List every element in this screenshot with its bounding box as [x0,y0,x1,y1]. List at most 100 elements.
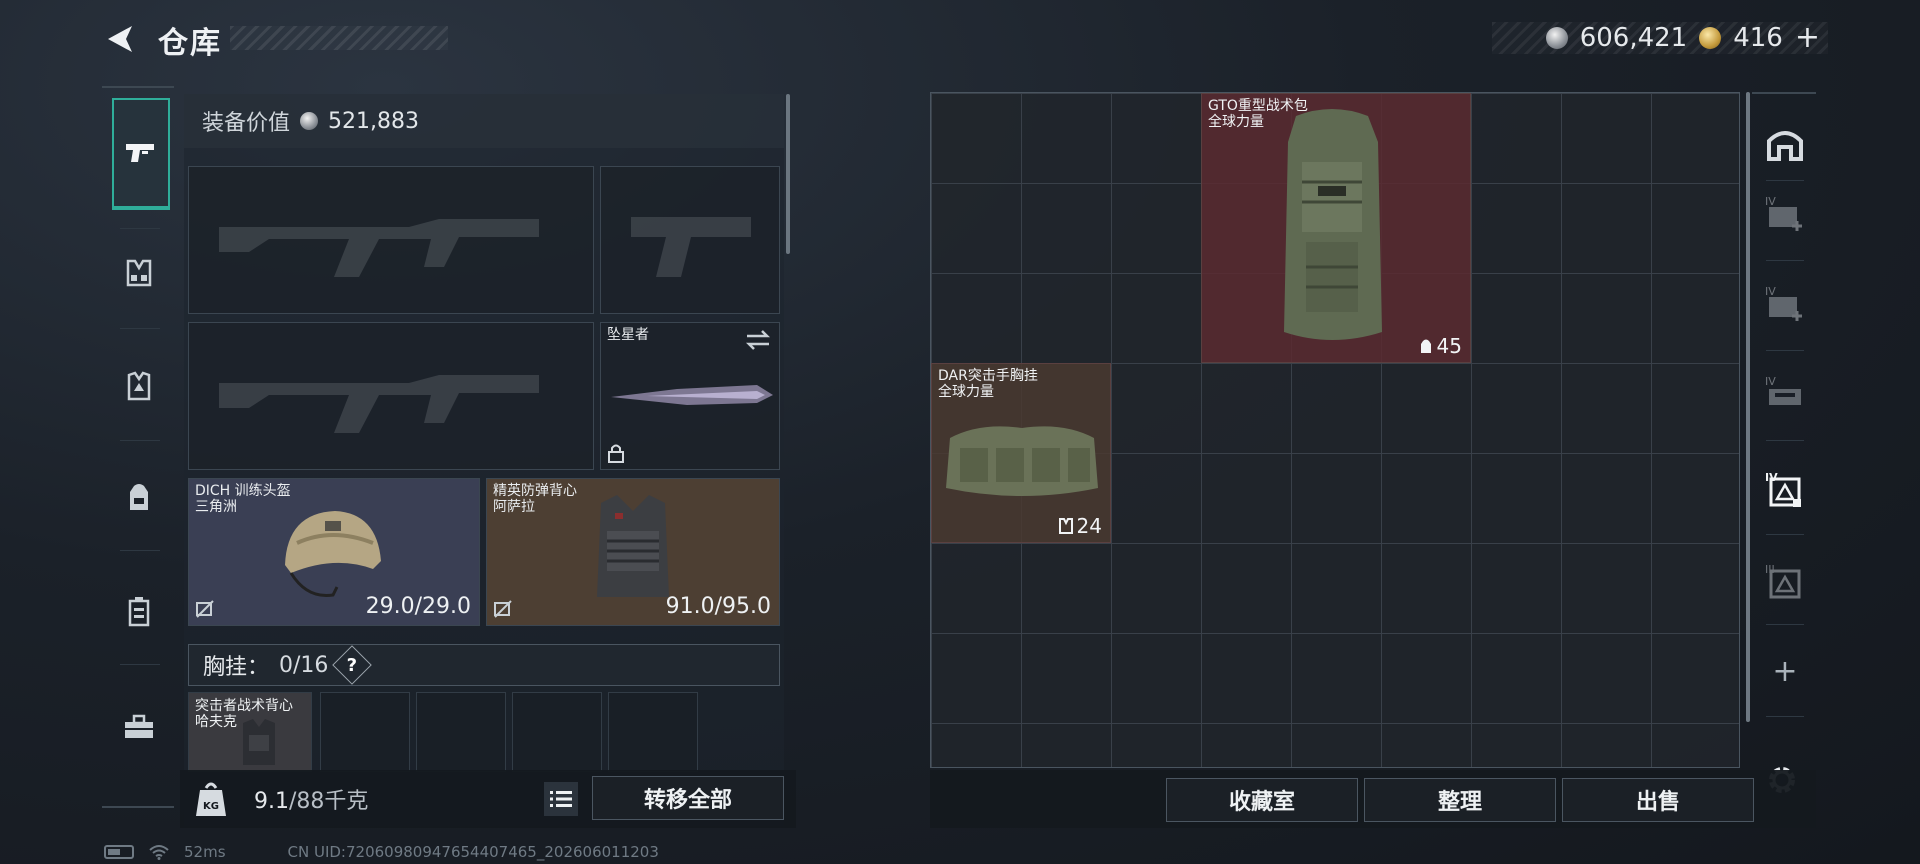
wifi-icon [149,845,169,860]
user-uid: CN UID:72060980947654407465_202606011203 [287,843,659,861]
pistol-icon [126,144,154,162]
melee-blade-icon [611,385,773,405]
chest-rig-icon [126,259,152,287]
secondary-weapon-slot[interactable] [188,322,594,470]
safe-box-icon: IV [1765,471,1801,507]
rail-item-safe-box-2[interactable]: III [1760,556,1810,606]
help-button[interactable]: ? [332,645,373,685]
medical-case-icon: IV [1765,195,1802,231]
list-icon [550,791,572,807]
equipment-value: 521,883 [328,108,419,134]
sidearm-slot[interactable] [600,166,780,314]
chest-rig-item-slot[interactable]: 突击者战术背心 哈夫克 [188,692,312,772]
carry-weight: 9.1/88千克 [254,783,368,815]
safe-box-icon: III [1765,563,1801,599]
pocket-slot[interactable] [416,692,506,772]
tier-label: IV [1765,195,1776,208]
chest-rig-count: 0/16 [279,652,329,678]
silver-coin-icon [300,112,319,130]
rail-item-armor[interactable] [112,360,166,414]
title-decoration [230,26,448,50]
medical-case-icon: IV [1765,285,1802,321]
rail-item-toolbox[interactable] [112,700,166,754]
swap-icon[interactable] [745,329,771,351]
helmet-name: DICH 训练头盔 [195,483,291,499]
chest-rig-name: DAR突击手胸挂 [938,368,1038,384]
pocket-slot[interactable] [512,692,602,772]
carry-weight-limit: /88千克 [289,789,369,814]
armor-slot[interactable]: 精英防弹背心 阿萨拉 91.0/95.0 [486,478,780,626]
battery-icon [104,845,134,859]
rail-item-ammo-case[interactable]: IV [1760,368,1810,418]
ping-value: 52ms [184,843,226,861]
backpack-image-icon [1284,109,1382,340]
list-view-button[interactable] [544,782,578,816]
armor-vest-image-icon [597,495,669,597]
chest-rig-label: 胸挂： [203,655,270,680]
chest-rig-capacity-value: 24 [1076,514,1102,538]
backpack-capacity: 45 [1419,334,1462,358]
currency-bar: 606,421 416 + [1492,22,1828,54]
pistol-silhouette-icon [631,217,751,277]
equipment-value-row: 装备价值 521,883 [184,94,784,148]
add-currency-button[interactable]: + [1795,23,1820,53]
backpack-capacity-value: 45 [1436,334,1462,358]
armor-vest-icon [127,371,151,401]
rail-item-case-2[interactable]: IV [1760,278,1810,328]
silver-coin-icon [1545,27,1568,49]
panel-scrollbar[interactable] [786,94,790,254]
left-footer: KG 9.1/88千克 转移全部 [180,770,796,828]
tier-label: IV [1765,375,1776,388]
rail-item-container[interactable] [112,584,166,638]
lock-icon [608,444,624,463]
helmet-slot[interactable]: DICH 训练头盔 三角洲 29.0/29.0 [188,478,480,626]
transfer-all-button[interactable]: 转移全部 [592,776,784,820]
rail-item-stash-home[interactable] [1760,118,1810,168]
primary-weapon-slot[interactable] [188,166,594,314]
melee-name: 坠星者 [607,327,649,343]
rail-item-backpack[interactable] [112,470,166,524]
weight-icon-label: KG [203,801,219,812]
rail-item-safe-box-active[interactable]: IV [1760,464,1810,514]
chest-rig-image-icon [946,426,1098,496]
chest-rig-capacity-row: 胸挂： 0/16 ? [188,644,780,686]
category-rail [102,86,174,808]
silver-currency-value: 606,421 [1579,23,1688,53]
sell-button[interactable]: 出售 [1562,778,1754,822]
right-footer: 收藏室 整理 出售 [930,770,1816,828]
helmet-origin: 三角洲 [195,499,237,515]
backpack-origin: 全球力量 [1208,114,1264,130]
chest-rig-item-origin: 哈夫克 [195,714,237,730]
rifle-silhouette-icon [219,219,539,277]
rail-item-chest-rig[interactable] [112,246,166,300]
stash-home-icon [1767,131,1803,161]
armor-name: 精英防弹背心 [493,483,577,499]
stash-scrollbar[interactable] [1746,92,1750,722]
chest-rig-pocket-row: 突击者战术背心 哈夫克 [188,692,780,772]
stash-item-chest-rig[interactable]: DAR突击手胸挂 全球力量 24 [931,363,1111,543]
no-repair-icon [494,600,512,618]
pocket-slot[interactable] [320,692,410,772]
container-rail: IV IV IV IV III + [1752,92,1816,768]
gold-currency-value: 416 [1733,23,1783,53]
rail-item-case-1[interactable]: IV [1760,188,1810,238]
chest-rig-origin: 全球力量 [938,384,994,400]
armor-durability: 91.0/95.0 [665,594,771,619]
melee-slot[interactable]: 坠星者 [600,322,780,470]
carry-weight-current: 9.1 [254,789,289,814]
toolbox-icon [125,714,153,738]
pocket-slot[interactable] [608,692,698,772]
stash-grid[interactable]: GTO重型战术包 全球力量 45 DAR突击手胸挂 全球力量 24 [930,92,1740,768]
tactical-vest-icon [243,719,275,765]
rail-item-weapons[interactable] [112,98,170,210]
backpack-icon [130,484,148,510]
sort-button[interactable]: 整理 [1364,778,1556,822]
add-container-button[interactable]: + [1760,646,1810,696]
equipment-value-label: 装备价值 [202,111,291,136]
collection-room-button[interactable]: 收藏室 [1166,778,1358,822]
page-title: 仓库 [158,26,222,61]
ammo-case-icon: IV [1765,375,1801,405]
back-arrow-icon[interactable] [102,22,136,56]
rifle-silhouette-icon [219,375,539,433]
stash-item-backpack[interactable]: GTO重型战术包 全球力量 45 [1201,93,1471,363]
